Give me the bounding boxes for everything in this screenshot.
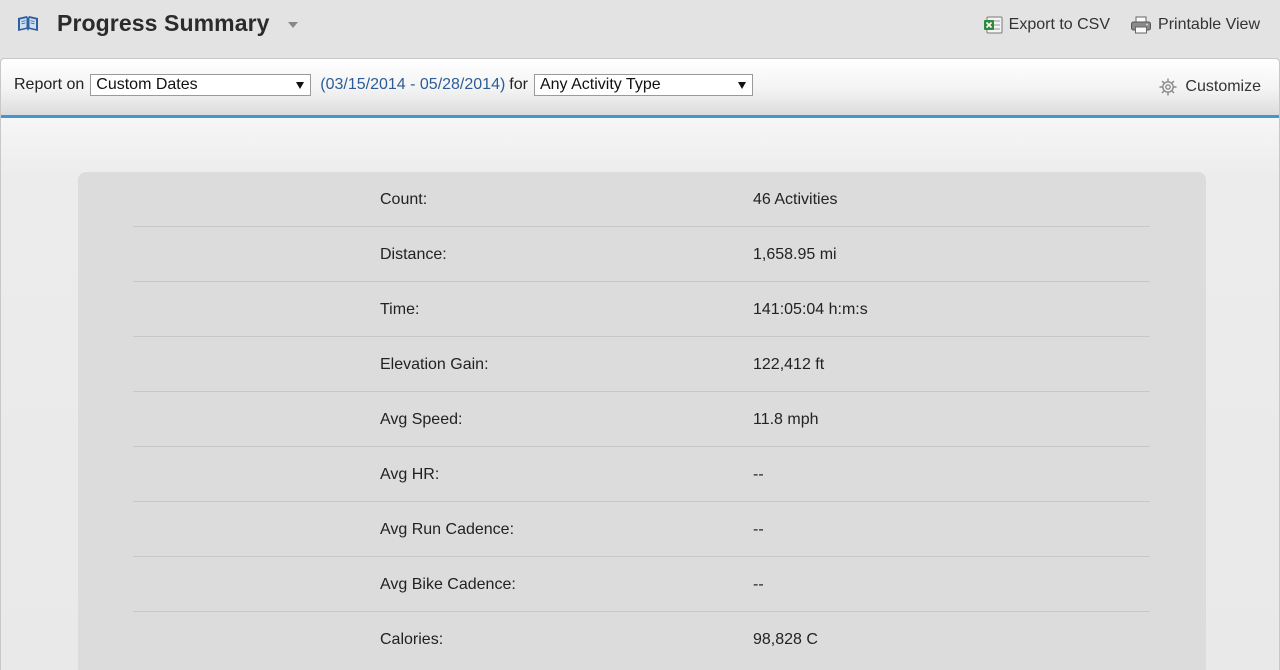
- report-content: Count: 46 Activities Distance: 1,658.95 mi T…: [1, 118, 1279, 670]
- stat-label: Elevation Gain:: [380, 356, 489, 373]
- stat-value: 46 Activities: [753, 191, 838, 208]
- printable-view-button[interactable]: Printable View: [1130, 16, 1260, 34]
- report-toolbar: Report on Custom Dates (03/15/2014 - 05/…: [1, 59, 1279, 118]
- period-select-value: Custom Dates: [96, 76, 198, 93]
- stat-row: Avg Run Cadence: --: [133, 502, 1150, 557]
- activity-type-select-value: Any Activity Type: [539, 76, 661, 93]
- export-csv-button[interactable]: Export to CSV: [983, 16, 1110, 34]
- page-title: Progress Summary: [57, 10, 270, 36]
- stat-row: Elevation Gain: 122,412 ft: [133, 337, 1150, 392]
- stat-label: Avg Run Cadence:: [380, 521, 515, 538]
- stat-label: Calories:: [380, 631, 444, 648]
- stat-row: Avg Bike Cadence: --: [133, 557, 1150, 612]
- customize-button[interactable]: Customize: [1158, 77, 1261, 97]
- stat-value: 98,828 C: [753, 631, 818, 648]
- stat-row: Distance: 1,658.95 mi: [133, 227, 1150, 282]
- printer-icon: [1131, 16, 1152, 34]
- book-icon: [18, 15, 38, 31]
- report-on-label: Report on: [14, 76, 85, 93]
- stat-row: Count: 46 Activities: [133, 172, 1150, 227]
- dropdown-arrow-icon: [737, 82, 746, 89]
- gear-icon: [1159, 78, 1177, 96]
- stat-label: Count:: [380, 191, 428, 208]
- stat-label: Avg Speed:: [380, 411, 463, 428]
- stat-value: --: [753, 576, 764, 593]
- stat-label: Avg HR:: [380, 466, 440, 483]
- title-bar: Progress Summary Export to CSV Printable…: [0, 0, 1280, 58]
- stat-value: 141:05:04 h:m:s: [753, 301, 868, 318]
- customize-label: Customize: [1185, 78, 1261, 95]
- title-group: Progress Summary: [17, 10, 298, 37]
- stats-list: Count: 46 Activities Distance: 1,658.95 mi T…: [133, 172, 1150, 667]
- stat-label: Distance:: [380, 246, 447, 263]
- stat-label: Time:: [380, 301, 420, 318]
- stat-value: 122,412 ft: [753, 356, 825, 373]
- stat-row: Calories: 98,828 C: [133, 612, 1150, 667]
- stat-row: Time: 141:05:04 h:m:s: [133, 282, 1150, 337]
- activity-type-select[interactable]: Any Activity Type: [533, 74, 753, 96]
- stat-value: 11.8 mph: [753, 411, 819, 428]
- excel-icon: [983, 16, 1003, 34]
- report-panel: Report on Custom Dates (03/15/2014 - 05/…: [0, 58, 1280, 670]
- report-filters: Report on Custom Dates (03/15/2014 - 05/…: [14, 74, 753, 96]
- dropdown-arrow-icon: [296, 82, 305, 89]
- stat-value: 1,658.95 mi: [753, 246, 837, 263]
- stat-row: Avg HR: --: [133, 447, 1150, 502]
- printable-view-label: Printable View: [1158, 16, 1260, 33]
- period-select[interactable]: Custom Dates: [90, 74, 312, 96]
- stat-value: --: [753, 466, 764, 483]
- export-csv-label: Export to CSV: [1008, 16, 1111, 33]
- stat-row: Avg Speed: 11.8 mph: [133, 392, 1150, 447]
- date-range-link[interactable]: (03/15/2014 - 05/28/2014): [320, 76, 505, 94]
- summary-card: Count: 46 Activities Distance: 1,658.95 mi T…: [78, 172, 1206, 670]
- for-label: for: [509, 76, 528, 93]
- stat-value: --: [753, 521, 764, 538]
- header-actions: Export to CSV Printable View: [983, 16, 1260, 34]
- stat-label: Avg Bike Cadence:: [380, 576, 516, 593]
- chevron-down-icon[interactable]: [287, 22, 298, 28]
